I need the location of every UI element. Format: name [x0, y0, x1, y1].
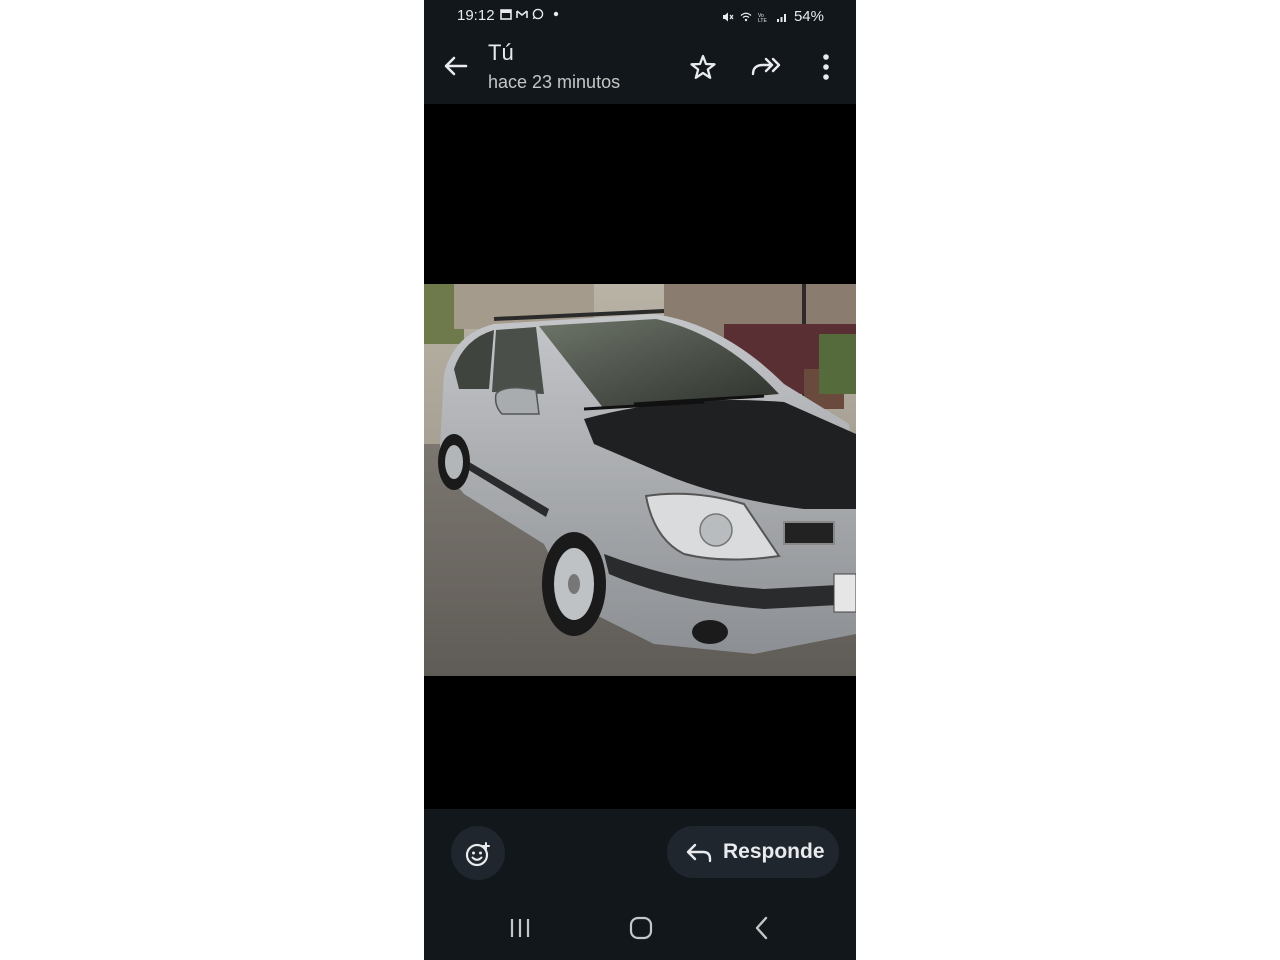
message-timestamp: hace 23 minutos — [488, 72, 621, 92]
reply-arrow-icon — [686, 843, 712, 863]
nav-back-icon[interactable] — [754, 916, 770, 940]
reply-label: Responde — [723, 840, 825, 863]
dot-icon — [553, 11, 559, 17]
recents-icon[interactable] — [508, 917, 532, 939]
home-icon[interactable] — [629, 916, 653, 940]
forward-icon[interactable] — [750, 52, 784, 82]
system-navigation-bar — [424, 899, 856, 960]
status-time: 19:12 — [457, 7, 495, 24]
add-reaction-button[interactable] — [451, 826, 505, 880]
reply-button[interactable]: Responde — [667, 826, 839, 878]
car-photo[interactable] — [424, 284, 856, 676]
wifi-icon — [740, 12, 752, 21]
phone-screen: 19:12 Vo LTE 54% Tú hace 23 minutos Resp… — [424, 0, 856, 960]
calendar-icon — [500, 9, 512, 20]
whatsapp-icon — [532, 8, 544, 20]
add-reaction-icon — [465, 842, 490, 867]
volte-icon: VoLTE — [758, 13, 767, 23]
battery-level: 54% — [793, 8, 824, 25]
status-bar: 19:12 Vo LTE 54% — [424, 0, 856, 32]
sender-name: Tú — [488, 40, 514, 65]
back-arrow-icon[interactable] — [440, 50, 472, 82]
mute-icon — [722, 12, 734, 21]
image-viewer[interactable] — [424, 104, 856, 809]
svg-text:LTE: LTE — [758, 18, 767, 23]
bottom-actions: Responde — [424, 809, 856, 899]
notification-icons — [500, 8, 560, 20]
message-header: Tú hace 23 minutos — [424, 32, 856, 104]
gmail-icon — [516, 10, 528, 18]
star-icon[interactable] — [688, 52, 718, 82]
system-icons: Vo LTE 54% — [722, 8, 824, 25]
more-vert-icon[interactable] — [812, 52, 840, 82]
signal-icon — [776, 13, 786, 22]
